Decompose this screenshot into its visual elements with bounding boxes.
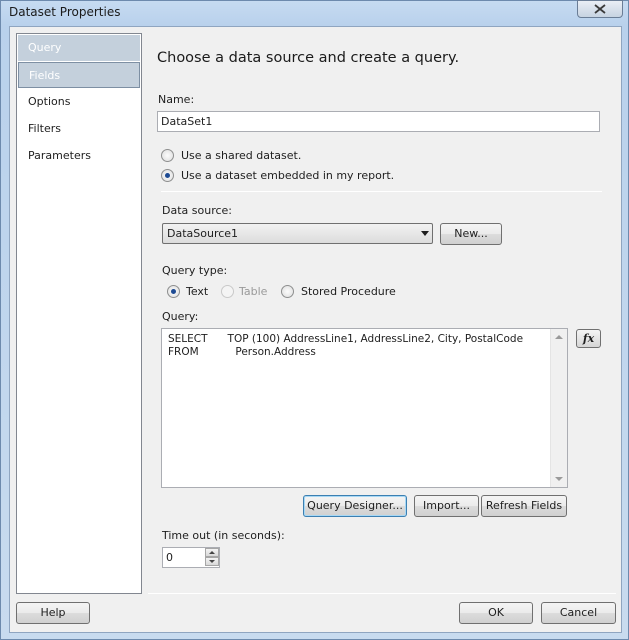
query-label: Query: <box>162 310 199 323</box>
sidebar-item-options[interactable]: Options <box>18 89 140 115</box>
sidebar-item-parameters[interactable]: Parameters <box>18 143 140 169</box>
import-button[interactable]: Import... <box>414 495 479 517</box>
help-button[interactable]: Help <box>16 602 90 624</box>
timeout-value[interactable]: 0 <box>166 551 173 564</box>
querytype-table-label: Table <box>239 285 268 298</box>
query-designer-button[interactable]: Query Designer... <box>303 495 407 517</box>
refresh-fields-button[interactable]: Refresh Fields <box>481 495 567 517</box>
chevron-up-icon <box>209 551 215 554</box>
timeout-label: Time out (in seconds): <box>162 529 285 542</box>
querytype-storedproc-label[interactable]: Stored Procedure <box>301 285 396 298</box>
datasource-dropdown[interactable]: DataSource1 <box>162 223 433 244</box>
name-input[interactable]: DataSet1 <box>157 111 600 132</box>
scroll-down-icon[interactable] <box>555 477 563 481</box>
query-line: FROM Person.Address <box>168 346 316 358</box>
ok-button[interactable]: OK <box>459 602 533 624</box>
spin-up-button[interactable] <box>205 548 219 557</box>
dialog-client-area: Query Fields Options Filters Parameters … <box>9 26 622 633</box>
new-datasource-button[interactable]: New... <box>440 223 502 245</box>
page-heading: Choose a data source and create a query. <box>157 50 460 66</box>
footer-divider <box>148 593 616 594</box>
timeout-spin-buttons <box>205 548 219 567</box>
querytype-label: Query type: <box>162 264 228 277</box>
sidebar-item-fields[interactable]: Fields <box>18 62 140 88</box>
chevron-down-icon <box>421 231 429 236</box>
querytype-text-label[interactable]: Text <box>186 285 208 298</box>
embedded-dataset-label[interactable]: Use a dataset embedded in my report. <box>181 169 394 182</box>
spin-down-button[interactable] <box>205 557 219 566</box>
section-divider <box>161 191 602 192</box>
shared-dataset-radio[interactable] <box>161 149 174 162</box>
querytype-table-radio <box>221 285 234 298</box>
chevron-down-icon <box>209 560 215 563</box>
query-textarea[interactable]: SELECT TOP (100) AddressLine1, AddressLi… <box>161 328 568 488</box>
expression-button[interactable]: fx <box>576 329 601 348</box>
cancel-button[interactable]: Cancel <box>541 602 616 624</box>
close-button[interactable] <box>577 0 623 18</box>
datasource-label: Data source: <box>162 204 232 217</box>
sidebar-item-filters[interactable]: Filters <box>18 116 140 142</box>
close-icon <box>594 4 606 14</box>
window-title: Dataset Properties <box>9 5 121 19</box>
querytype-text-radio[interactable] <box>167 285 180 298</box>
scroll-up-icon[interactable] <box>555 335 563 339</box>
querytype-storedproc-radio[interactable] <box>281 285 294 298</box>
query-line: SELECT TOP (100) AddressLine1, AddressLi… <box>168 333 524 345</box>
shared-dataset-label[interactable]: Use a shared dataset. <box>181 149 301 162</box>
sidebar-nav: Query Fields Options Filters Parameters <box>16 33 142 594</box>
query-scrollbar[interactable] <box>550 329 567 487</box>
embedded-dataset-radio[interactable] <box>161 169 174 182</box>
datasource-value: DataSource1 <box>167 227 239 240</box>
timeout-stepper[interactable]: 0 <box>162 547 220 568</box>
dataset-properties-dialog: Dataset Properties Query Fields Options … <box>0 0 629 640</box>
name-label: Name: <box>158 93 195 106</box>
sidebar-item-query[interactable]: Query <box>18 35 140 61</box>
